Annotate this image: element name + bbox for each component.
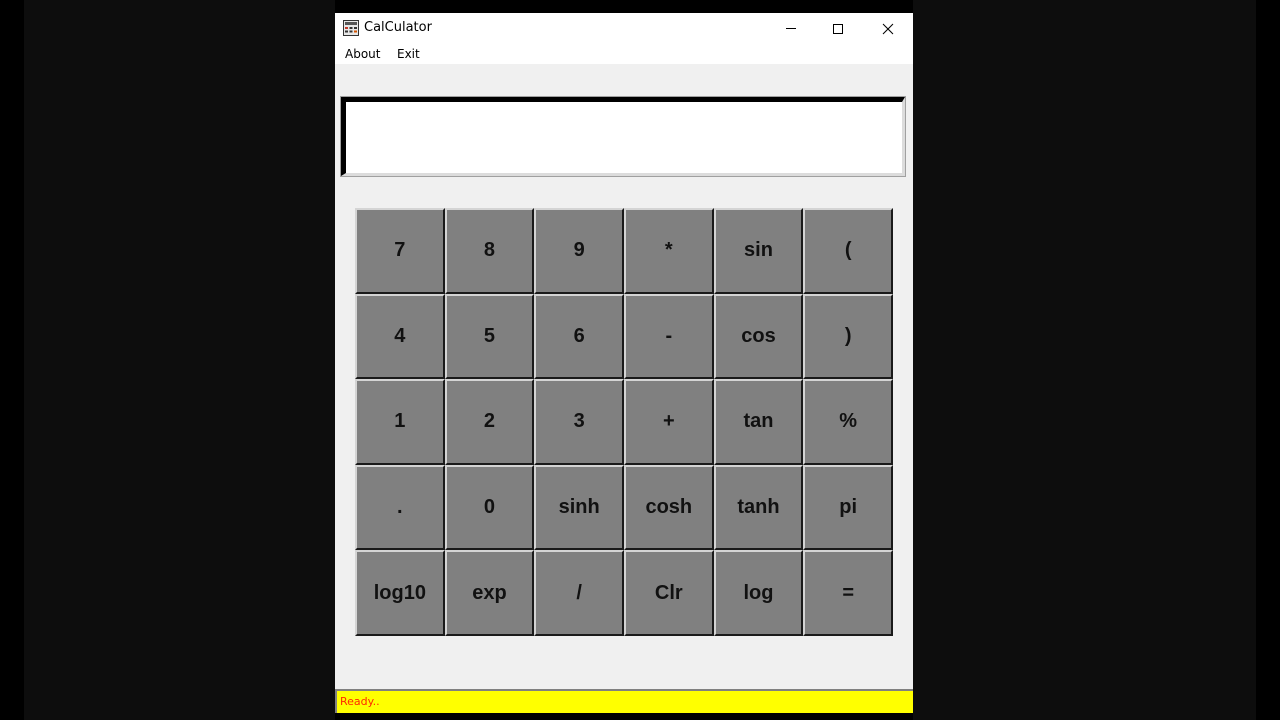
key-sin[interactable]: sin: [713, 208, 804, 294]
key-equals[interactable]: =: [803, 550, 893, 636]
menu-bar: About Exit: [335, 44, 913, 64]
maximize-icon: [833, 24, 843, 34]
minimize-button[interactable]: [768, 13, 814, 44]
key-cosh[interactable]: cosh: [623, 464, 714, 551]
key-7[interactable]: 7: [355, 208, 445, 294]
calculator-icon: [343, 20, 359, 36]
key-clear[interactable]: Clr: [623, 550, 714, 636]
key-8[interactable]: 8: [444, 208, 535, 294]
window-title: CalCulator: [364, 20, 432, 35]
key-log[interactable]: log: [713, 550, 804, 636]
key-9[interactable]: 9: [534, 208, 624, 294]
status-text: Ready..: [340, 695, 380, 708]
menu-exit[interactable]: Exit: [397, 47, 420, 61]
key-3[interactable]: 3: [534, 379, 624, 465]
key-tan[interactable]: tan: [713, 379, 804, 465]
keypad: 7 8 9 * sin ( 4 5 6 - cos ) 1 2 3 + tan …: [355, 208, 893, 636]
key-divide[interactable]: /: [534, 550, 624, 636]
key-percent[interactable]: %: [803, 379, 893, 465]
key-plus[interactable]: +: [623, 379, 714, 465]
key-1[interactable]: 1: [355, 379, 445, 465]
key-sinh[interactable]: sinh: [534, 464, 624, 551]
key-close-paren[interactable]: ): [803, 293, 893, 380]
key-exp[interactable]: exp: [444, 550, 535, 636]
key-minus[interactable]: -: [623, 293, 714, 380]
key-cos[interactable]: cos: [713, 293, 804, 380]
key-tanh[interactable]: tanh: [713, 464, 804, 551]
close-icon: [882, 23, 894, 35]
screen-background-left: [24, 0, 335, 720]
calculator-window: CalCulator About Exit 7 8 9 * sin ( 4 5 …: [335, 13, 913, 713]
key-log10[interactable]: log10: [355, 550, 445, 636]
key-pi[interactable]: pi: [803, 464, 893, 551]
key-5[interactable]: 5: [444, 293, 535, 380]
status-bar: Ready..: [335, 689, 913, 713]
screen-background-right: [913, 0, 1256, 720]
key-0[interactable]: 0: [444, 464, 535, 551]
menu-about[interactable]: About: [345, 47, 380, 61]
key-2[interactable]: 2: [444, 379, 535, 465]
calculator-display[interactable]: [341, 97, 905, 176]
key-6[interactable]: 6: [534, 293, 624, 380]
key-multiply[interactable]: *: [623, 208, 714, 294]
close-button[interactable]: [865, 13, 911, 44]
title-bar: CalCulator: [335, 13, 913, 44]
key-4[interactable]: 4: [355, 293, 445, 380]
key-open-paren[interactable]: (: [803, 208, 893, 294]
minimize-icon: [786, 28, 796, 29]
key-decimal[interactable]: .: [355, 464, 445, 551]
maximize-button[interactable]: [815, 13, 861, 44]
